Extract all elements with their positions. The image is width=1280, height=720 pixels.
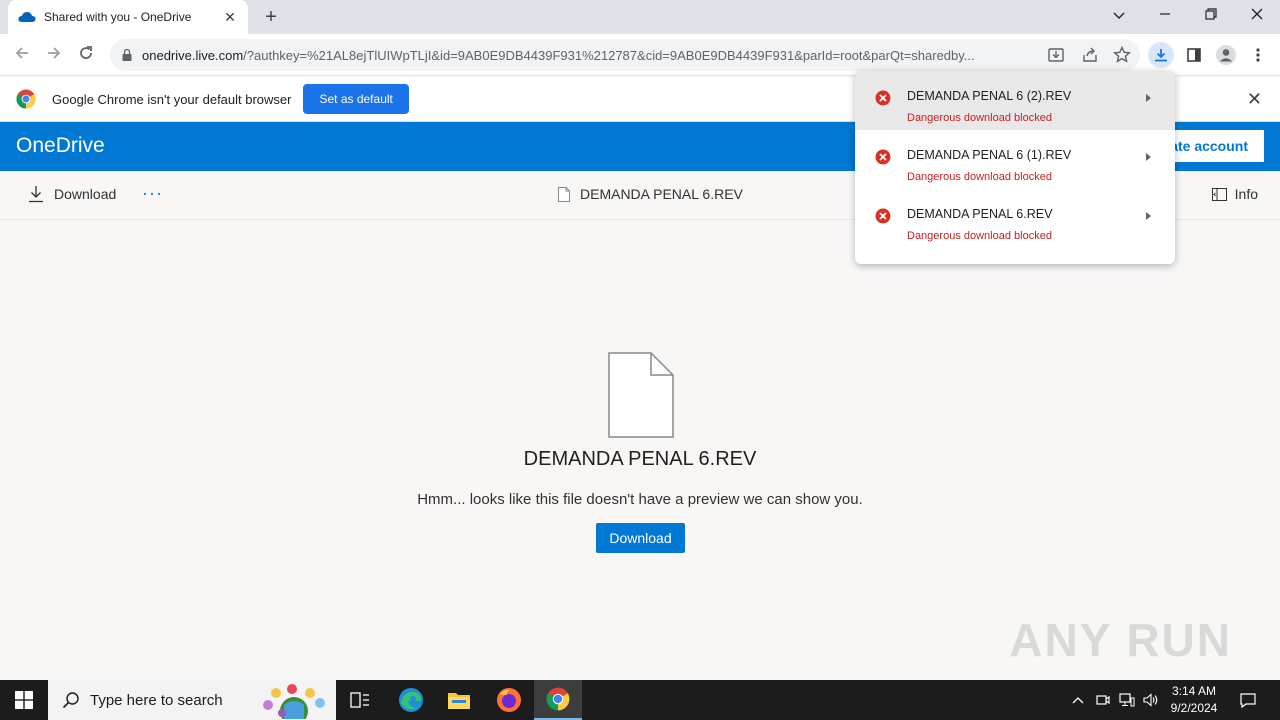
expand-arrow-icon[interactable] <box>1146 94 1151 102</box>
preview-file-name: DEMANDA PENAL 6.REV <box>523 448 757 470</box>
back-button[interactable] <box>9 42 35 68</box>
expand-arrow-icon[interactable] <box>1146 212 1151 220</box>
side-panel-icon[interactable] <box>1181 42 1207 68</box>
menu-kebab-icon[interactable] <box>1245 42 1271 68</box>
taskbar-edge[interactable] <box>387 680 435 720</box>
taskbar-search[interactable]: Type here to search <box>48 680 336 720</box>
share-icon[interactable] <box>1080 45 1100 65</box>
clock-date: 9/2/2024 <box>1170 701 1218 715</box>
firefox-icon <box>497 688 521 712</box>
download-icon <box>1155 49 1167 62</box>
download-status: Dangerous download blocked <box>907 112 1052 124</box>
reload-button[interactable] <box>73 42 99 68</box>
command-file-name: DEMANDA PENAL 6.REV <box>580 186 743 202</box>
downloads-bubble: DEMANDA PENAL 6 (2).REV Dangerous downlo… <box>855 71 1175 264</box>
windows-taskbar: Type here to search 3:14 AM 9/2/2024 <box>0 680 1280 720</box>
info-label: Info <box>1234 186 1258 202</box>
chrome-logo-icon <box>16 89 36 109</box>
bookmark-star-icon[interactable] <box>1112 45 1132 65</box>
download-file-name: DEMANDA PENAL 6 (2).REV <box>907 89 1072 103</box>
command-file-title: DEMANDA PENAL 6.REV <box>558 186 743 202</box>
folder-icon <box>448 693 470 709</box>
url-text: onedrive.live.com/?authkey=%21AL8ejTlUIW… <box>142 48 1034 63</box>
task-view-button[interactable] <box>336 680 384 720</box>
search-icon <box>62 692 79 709</box>
new-tab-button[interactable]: + <box>260 6 282 28</box>
lock-icon <box>122 49 132 61</box>
start-button[interactable] <box>0 680 48 720</box>
infobar-close-icon[interactable]: ✕ <box>1247 89 1262 110</box>
tab-title: Shared with you - OneDrive <box>44 10 192 24</box>
clock-time: 3:14 AM <box>1171 684 1217 698</box>
command-download-button[interactable]: Download <box>28 185 116 203</box>
tray-meet-now[interactable] <box>1094 680 1112 720</box>
download-file-name: DEMANDA PENAL 6 (1).REV <box>907 148 1072 162</box>
command-download-label: Download <box>54 186 117 202</box>
file-icon <box>558 186 570 202</box>
info-button[interactable]: Info <box>1211 186 1258 202</box>
notification-icon <box>1240 692 1256 708</box>
onedrive-brand[interactable]: OneDrive <box>16 134 105 158</box>
task-view-icon <box>350 692 369 708</box>
file-preview: DEMANDA PENAL 6.REV Hmm... looks like th… <box>0 221 1280 680</box>
chevron-up-icon <box>1072 697 1084 704</box>
meet-icon <box>1096 695 1110 705</box>
close-window-button[interactable] <box>1234 0 1280 32</box>
url-host: onedrive.live.com <box>142 47 244 63</box>
download-icon <box>29 186 43 203</box>
tab-close-icon[interactable]: ✕ <box>222 9 238 26</box>
search-placeholder: Type here to search <box>90 691 223 709</box>
taskbar-chrome[interactable] <box>534 680 582 720</box>
browser-toolbar: onedrive.live.com/?authkey=%21AL8ejTlUIW… <box>0 34 1280 76</box>
network-icon <box>1119 693 1135 707</box>
volume-icon <box>1143 693 1158 707</box>
download-item[interactable]: DEMANDA PENAL 6 (2).REV Dangerous downlo… <box>855 71 1175 130</box>
edge-icon <box>399 688 423 712</box>
tab-search-icon[interactable] <box>1096 0 1142 32</box>
taskbar-firefox[interactable] <box>485 680 533 720</box>
expand-arrow-icon[interactable] <box>1146 153 1151 161</box>
tray-volume[interactable] <box>1141 680 1161 720</box>
restore-button[interactable] <box>1188 0 1234 32</box>
anyrun-watermark: ANY RUN <box>1009 614 1232 666</box>
onedrive-cloud-icon <box>18 12 36 22</box>
tray-network[interactable] <box>1117 680 1137 720</box>
windows-logo-icon <box>15 691 33 709</box>
preview-download-button[interactable]: Download <box>596 523 685 553</box>
forward-button[interactable] <box>41 42 67 68</box>
download-status: Dangerous download blocked <box>907 171 1052 183</box>
large-file-icon <box>608 352 674 438</box>
no-preview-message: Hmm... looks like this file doesn't have… <box>417 491 863 508</box>
download-item[interactable]: DEMANDA PENAL 6.REV Dangerous download b… <box>855 189 1175 248</box>
browser-tab[interactable]: Shared with you - OneDrive ✕ <box>8 0 248 34</box>
download-status: Dangerous download blocked <box>907 230 1052 242</box>
minimize-button[interactable] <box>1142 0 1188 32</box>
taskbar-file-explorer[interactable] <box>435 680 483 720</box>
address-bar[interactable]: onedrive.live.com/?authkey=%21AL8ejTlUIW… <box>110 39 1140 71</box>
install-app-icon[interactable] <box>1046 45 1066 65</box>
infobar-message: Google Chrome isn't your default browser <box>52 91 292 107</box>
error-icon <box>875 208 891 224</box>
download-file-name: DEMANDA PENAL 6.REV <box>907 207 1053 221</box>
tab-strip: Shared with you - OneDrive ✕ + <box>0 0 1280 34</box>
info-panel-icon <box>1211 187 1227 201</box>
downloads-button[interactable] <box>1148 42 1174 68</box>
error-icon <box>875 149 891 165</box>
profile-avatar-icon[interactable] <box>1213 42 1239 68</box>
error-icon <box>875 90 891 106</box>
notification-center[interactable] <box>1234 680 1262 720</box>
show-hidden-icons[interactable] <box>1068 680 1088 720</box>
set-as-default-button[interactable]: Set as default <box>303 84 409 114</box>
search-highlight-art-icon <box>263 684 325 719</box>
taskbar-clock[interactable]: 3:14 AM 9/2/2024 <box>1160 683 1228 717</box>
more-options-button[interactable]: ··· <box>142 183 163 204</box>
url-path: /?authkey=%21AL8ejTlUIWpTLjI&id=9AB0E9DB… <box>243 47 975 63</box>
chrome-icon <box>546 687 570 711</box>
download-item[interactable]: DEMANDA PENAL 6 (1).REV Dangerous downlo… <box>855 130 1175 189</box>
